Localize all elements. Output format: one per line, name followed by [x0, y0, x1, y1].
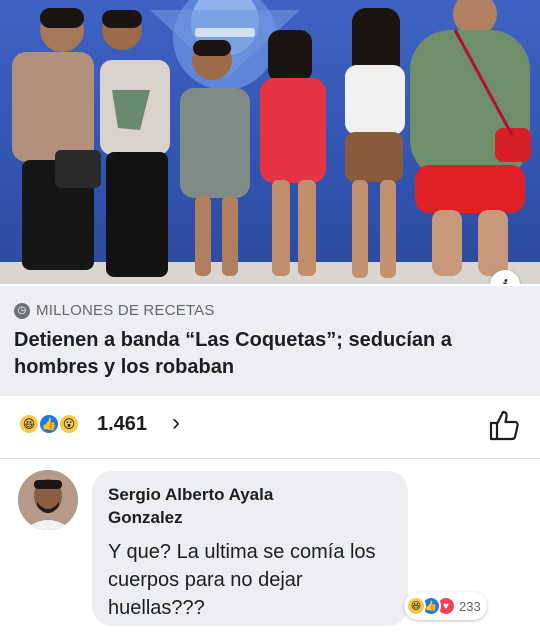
link-preview[interactable]: ◷ MILLONES DE RECETAS Detienen a banda “… [0, 286, 540, 396]
photo-illustration [0, 0, 540, 284]
avatar-illustration [18, 470, 78, 530]
reactions-count[interactable]: 1.461 [97, 413, 147, 436]
chevron-right-icon[interactable]: › [172, 409, 180, 437]
reactions-bar: 😆 👍 😮 1.461 › [0, 396, 540, 458]
comment-reactions[interactable]: 😆 👍 ♥ 233 [404, 592, 487, 620]
clock-icon: ◷ [14, 302, 30, 319]
comment-reactions-count: 233 [459, 598, 481, 614]
wow-icon: 😮 [58, 413, 80, 435]
comment-bubble: Sergio Alberto Ayala Gonzalez Y que? La … [92, 471, 408, 626]
avatar[interactable] [18, 470, 78, 530]
post-photo[interactable]: i [0, 0, 540, 284]
section-divider [0, 458, 540, 459]
haha-icon: 😆 [406, 596, 426, 616]
thumbs-up-outline-icon[interactable] [487, 408, 521, 442]
link-headline[interactable]: Detienen a banda “Las Coquetas”; seducía… [14, 327, 526, 381]
haha-icon: 😆 [18, 413, 40, 435]
comment-text: Y que? La ultima se comía los cuerpos pa… [108, 541, 376, 619]
comment-author[interactable]: Sergio Alberto Ayala Gonzalez [108, 483, 328, 529]
link-source: ◷ MILLONES DE RECETAS [14, 302, 526, 319]
like-icon: 👍 [38, 413, 60, 435]
source-label: MILLONES DE RECETAS [36, 302, 215, 319]
